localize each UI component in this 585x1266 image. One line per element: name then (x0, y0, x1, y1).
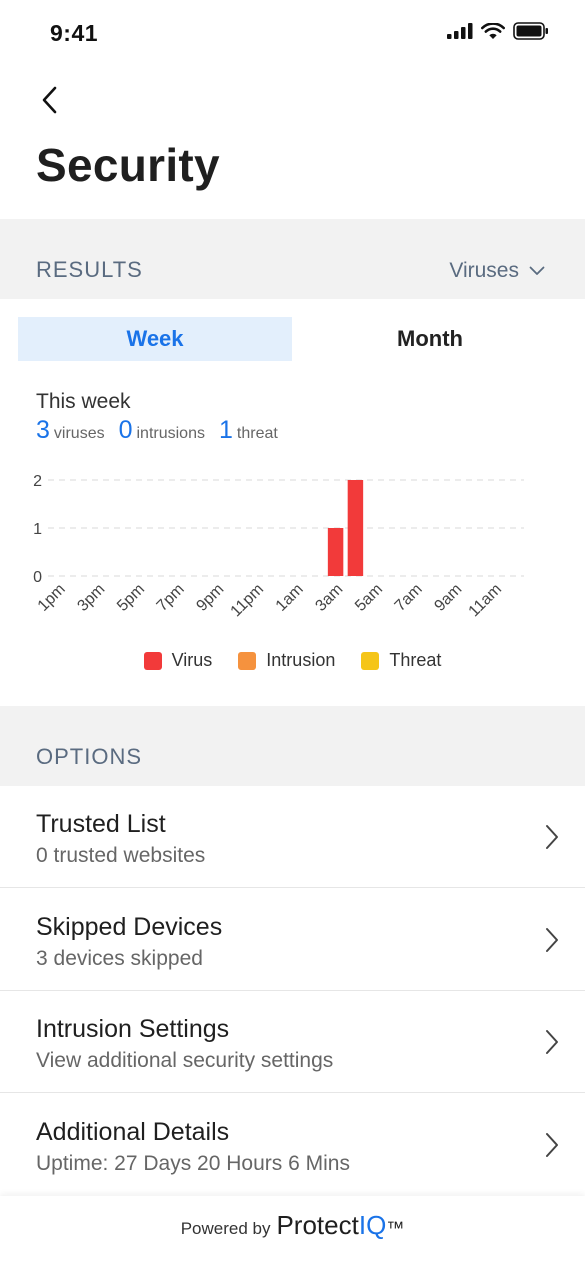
option-additional-details[interactable]: Additional Details Uptime: 27 Days 20 Ho… (0, 1094, 585, 1196)
chevron-down-icon (529, 266, 545, 275)
y-tick-label: 0 (33, 569, 42, 586)
legend-label: Intrusion (266, 650, 336, 670)
results-filter-value: Viruses (449, 259, 519, 282)
threat-label: threat (236, 425, 278, 442)
x-tick-label: 5am (352, 581, 386, 615)
option-title: Additional Details (36, 1118, 230, 1146)
cellular-signal-icon (447, 23, 473, 39)
x-tick-label: 7pm (154, 581, 188, 615)
legend-item-threat: Threat (361, 650, 441, 671)
back-button[interactable] (30, 80, 70, 120)
options-label: OPTIONS (36, 744, 143, 769)
brand-name-iq: IQ (358, 1210, 387, 1240)
y-tick-label: 2 (33, 473, 42, 490)
legend-label: Virus (171, 650, 213, 670)
x-tick-label: 9am (431, 581, 465, 615)
viruses-count: 3 (36, 416, 50, 444)
chart-legend: Virus Intrusion Threat (0, 650, 585, 671)
chevron-right-icon (546, 928, 558, 952)
legend-label: Threat (389, 650, 442, 670)
results-label: RESULTS (36, 257, 143, 282)
x-tick-label: 11am (466, 581, 505, 620)
viruses-label: viruses (53, 425, 105, 442)
legend-swatch (361, 651, 380, 670)
results-section-header: RESULTS Viruses (0, 219, 585, 299)
status-icons (447, 22, 549, 40)
option-title: Intrusion Settings (36, 1015, 230, 1043)
page-title: Security (36, 139, 220, 191)
wifi-icon (481, 22, 505, 39)
intrusions-count: 0 (118, 416, 133, 444)
option-subtitle: 0 trusted websites (36, 844, 206, 867)
bar-virus-4am (347, 480, 364, 576)
period-label: This week (36, 390, 131, 413)
legend-item-virus: Virus (143, 650, 213, 671)
brand-name-protect: Protect (276, 1210, 359, 1240)
chevron-right-icon (546, 1030, 558, 1054)
legend-item-intrusion: Intrusion (238, 650, 335, 671)
options-section-header: OPTIONS (0, 706, 585, 786)
chevron-right-icon (546, 1133, 558, 1157)
x-tick-label: 9pm (193, 581, 227, 615)
results-filter-dropdown[interactable]: Viruses (449, 259, 545, 283)
x-tick-label: 3pm (74, 581, 108, 615)
x-tick-label: 7am (392, 581, 426, 615)
option-subtitle: Uptime: 27 Days 20 Hours 6 Mins (36, 1152, 350, 1175)
x-tick-label: 11pm (228, 581, 267, 620)
threat-count: 1 (218, 416, 233, 444)
powered-by-text: Powered by (180, 1219, 271, 1238)
option-title: Skipped Devices (36, 913, 223, 941)
y-tick-label: 1 (33, 521, 42, 538)
intrusions-label: intrusions (136, 425, 205, 442)
chevron-left-icon (42, 86, 57, 114)
x-tick-label: 1am (273, 581, 307, 615)
battery-icon (513, 22, 548, 40)
legend-swatch (238, 651, 257, 670)
bar-virus-3am (327, 528, 344, 576)
option-subtitle: View additional security settings (36, 1049, 334, 1072)
x-tick-label: 3am (312, 581, 346, 615)
option-title: Trusted List (36, 810, 166, 838)
tab-week[interactable]: Week (18, 317, 292, 361)
results-summary: 3 viruses 0 intrusions 1 threat (36, 416, 292, 445)
option-trusted-list[interactable]: Trusted List 0 trusted websites (0, 786, 585, 888)
option-skipped-devices[interactable]: Skipped Devices 3 devices skipped (0, 889, 585, 991)
option-subtitle: 3 devices skipped (36, 947, 203, 970)
legend-swatch (143, 651, 162, 670)
x-tick-label: 5pm (114, 581, 148, 615)
results-bar-chart: 0121pm 3pm 5pm 7pm 9pm 11pm 1am 3am 5am 7am 9am 11a… (33, 473, 524, 620)
status-time: 9:41 (50, 20, 99, 46)
option-intrusion-settings[interactable]: Intrusion Settings View additional secur… (0, 991, 585, 1093)
status-bar: 9:41 (0, 0, 585, 66)
footer: Powered by Protect IQ ™ (0, 1196, 585, 1266)
trademark-symbol: ™ (386, 1218, 405, 1238)
chevron-right-icon (546, 825, 558, 849)
tab-month[interactable]: Month (293, 317, 567, 361)
